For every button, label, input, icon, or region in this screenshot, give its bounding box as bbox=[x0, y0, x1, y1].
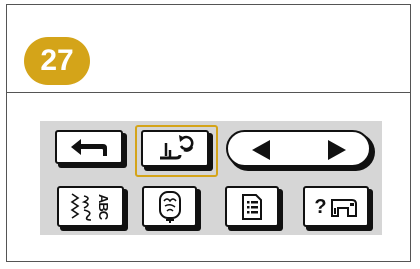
help-question-mark: ? bbox=[314, 195, 327, 218]
selection-highlight bbox=[135, 125, 218, 177]
back-button[interactable] bbox=[55, 130, 123, 164]
embroidery-hoop-icon bbox=[153, 189, 187, 225]
stitch-letters-label: ABC bbox=[96, 193, 111, 220]
memory-button[interactable] bbox=[225, 186, 279, 227]
step-number-badge: 27 bbox=[24, 37, 90, 85]
return-arrow-icon bbox=[67, 134, 111, 160]
left-arrow-icon[interactable] bbox=[250, 138, 272, 162]
document-list-icon bbox=[239, 193, 265, 221]
header-divider bbox=[6, 92, 411, 93]
embroidery-button[interactable] bbox=[142, 186, 197, 227]
machine-help-icon: ? bbox=[314, 194, 357, 220]
help-button[interactable]: ? bbox=[303, 186, 369, 227]
stitch-select-button[interactable]: ABC bbox=[57, 186, 124, 227]
page-navigation bbox=[226, 130, 371, 167]
step-number: 27 bbox=[40, 44, 74, 77]
stitch-letters-icon: ABC bbox=[70, 192, 111, 222]
right-arrow-icon[interactable] bbox=[326, 138, 348, 162]
